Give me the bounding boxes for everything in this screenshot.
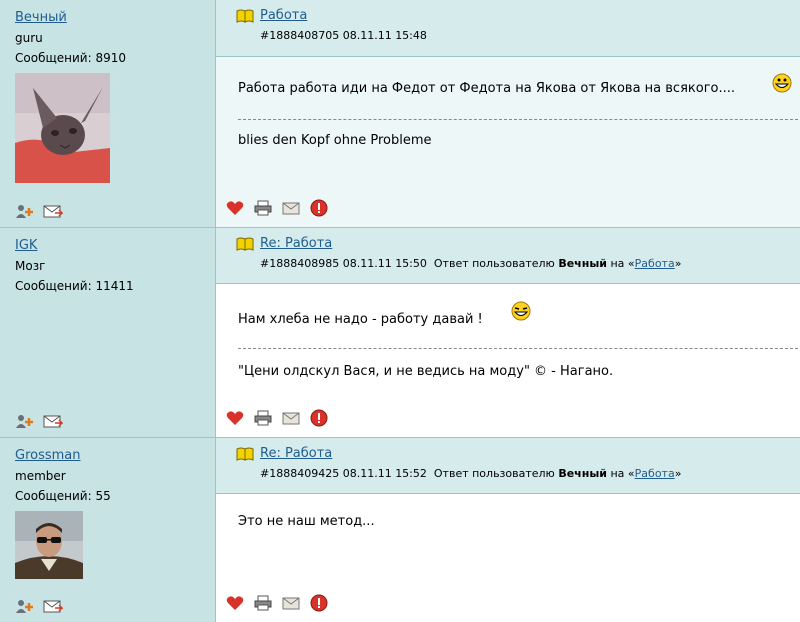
- book-icon: [236, 9, 254, 23]
- post-actions: [226, 409, 328, 427]
- heart-icon[interactable]: [226, 200, 244, 216]
- message-count: Сообщений: 11411: [15, 279, 134, 293]
- heart-icon[interactable]: [226, 595, 244, 611]
- post-body: Это не наш метод...: [216, 494, 800, 622]
- forum-post: Grossman member Сообщений: 55 Re: Работа: [0, 438, 800, 622]
- post-id[interactable]: #1888408705: [260, 29, 339, 42]
- email-icon[interactable]: [282, 200, 300, 216]
- reply-mid: на «: [610, 467, 635, 480]
- author-name-link[interactable]: Grossman: [15, 448, 215, 463]
- email-icon[interactable]: [282, 595, 300, 611]
- post-content: Re: Работа #1888409425 08.11.11 15:52 От…: [216, 438, 800, 622]
- reply-to-post-link[interactable]: Работа: [635, 467, 675, 480]
- post-meta: #1888408985 08.11.11 15:50 Ответ пользов…: [260, 257, 800, 270]
- post-actions: [226, 199, 328, 217]
- post-title-link[interactable]: Re: Работа: [260, 446, 332, 461]
- add-friend-icon[interactable]: [15, 598, 35, 614]
- post-header: Re: Работа #1888408985 08.11.11 15:50 От…: [216, 228, 800, 284]
- reply-suffix: »: [674, 467, 682, 480]
- print-icon[interactable]: [254, 200, 272, 216]
- post-title-link[interactable]: Работа: [260, 8, 307, 23]
- book-icon: [236, 237, 254, 251]
- message-count: Сообщений: 55: [15, 489, 111, 503]
- post-header: Работа #1888408705 08.11.11 15:48: [216, 0, 800, 57]
- author-panel: Grossman member Сообщений: 55: [0, 438, 216, 622]
- reply-to-user: Вечный: [558, 257, 607, 270]
- post-date: 08.11.11: [342, 467, 392, 480]
- report-icon[interactable]: [310, 409, 328, 427]
- post-date: 08.11.11: [342, 257, 392, 270]
- reply-to-label: Ответ пользователю: [433, 467, 555, 480]
- post-title-link[interactable]: Re: Работа: [260, 236, 332, 251]
- signature-separator: [238, 348, 798, 349]
- send-message-icon[interactable]: [43, 598, 63, 614]
- author-panel: Вечный guru Сообщений: 8910: [0, 0, 216, 227]
- author-rank: guru: [15, 31, 43, 45]
- author-name-link[interactable]: IGK: [15, 238, 215, 253]
- post-meta: #1888408705 08.11.11 15:48: [260, 29, 800, 42]
- reply-mid: на «: [610, 257, 635, 270]
- post-time: 15:50: [395, 257, 427, 270]
- signature-text: blies den Kopf ohne Probleme: [238, 133, 432, 148]
- post-time: 15:52: [395, 467, 427, 480]
- reply-suffix: »: [674, 257, 682, 270]
- post-date: 08.11.11: [342, 29, 392, 42]
- reply-to-user: Вечный: [558, 467, 607, 480]
- post-header: Re: Работа #1888409425 08.11.11 15:52 От…: [216, 438, 800, 494]
- reply-to-label: Ответ пользователю: [433, 257, 555, 270]
- avatar: [15, 73, 110, 183]
- post-content: Работа #1888408705 08.11.11 15:48 Работа…: [216, 0, 800, 227]
- post-content: Re: Работа #1888408985 08.11.11 15:50 От…: [216, 228, 800, 437]
- print-icon[interactable]: [254, 410, 272, 426]
- message-count: Сообщений: 8910: [15, 51, 127, 65]
- post-actions: [226, 594, 328, 612]
- post-text: Это не наш метод...: [238, 514, 375, 529]
- forum-post: Вечный guru Сообщений: 8910 Работа #1888…: [0, 0, 800, 228]
- post-text: Нам хлеба не надо - работу давай !: [238, 312, 483, 327]
- report-icon[interactable]: [310, 594, 328, 612]
- send-message-icon[interactable]: [43, 413, 63, 429]
- add-friend-icon[interactable]: [15, 203, 35, 219]
- send-message-icon[interactable]: [43, 203, 63, 219]
- author-rank: member: [15, 469, 66, 483]
- book-icon: [236, 447, 254, 461]
- report-icon[interactable]: [310, 199, 328, 217]
- author-panel: IGK Мозг Сообщений: 11411: [0, 228, 216, 437]
- post-body: Работа работа иди на Федот от Федота на …: [216, 57, 800, 227]
- print-icon[interactable]: [254, 595, 272, 611]
- post-time: 15:48: [395, 29, 427, 42]
- author-name-link[interactable]: Вечный: [15, 10, 215, 25]
- signature-separator: [238, 119, 798, 120]
- post-body: Нам хлеба не надо - работу давай ! "Цени…: [216, 284, 800, 437]
- avatar: [15, 511, 83, 579]
- author-rank: Мозг: [15, 259, 46, 273]
- laughing-smiley-icon: [511, 301, 531, 321]
- post-meta: #1888409425 08.11.11 15:52 Ответ пользов…: [260, 467, 800, 480]
- forum-post: IGK Мозг Сообщений: 11411 Re: Работа #18…: [0, 228, 800, 438]
- post-id[interactable]: #1888409425: [260, 467, 339, 480]
- reply-to-post-link[interactable]: Работа: [635, 257, 675, 270]
- grin-smiley-icon: [772, 73, 792, 93]
- email-icon[interactable]: [282, 410, 300, 426]
- signature-text: "Цени олдскул Вася, и не ведись на моду"…: [238, 364, 614, 379]
- post-text: Работа работа иди на Федот от Федота на …: [238, 81, 736, 96]
- heart-icon[interactable]: [226, 410, 244, 426]
- add-friend-icon[interactable]: [15, 413, 35, 429]
- post-id[interactable]: #1888408985: [260, 257, 339, 270]
